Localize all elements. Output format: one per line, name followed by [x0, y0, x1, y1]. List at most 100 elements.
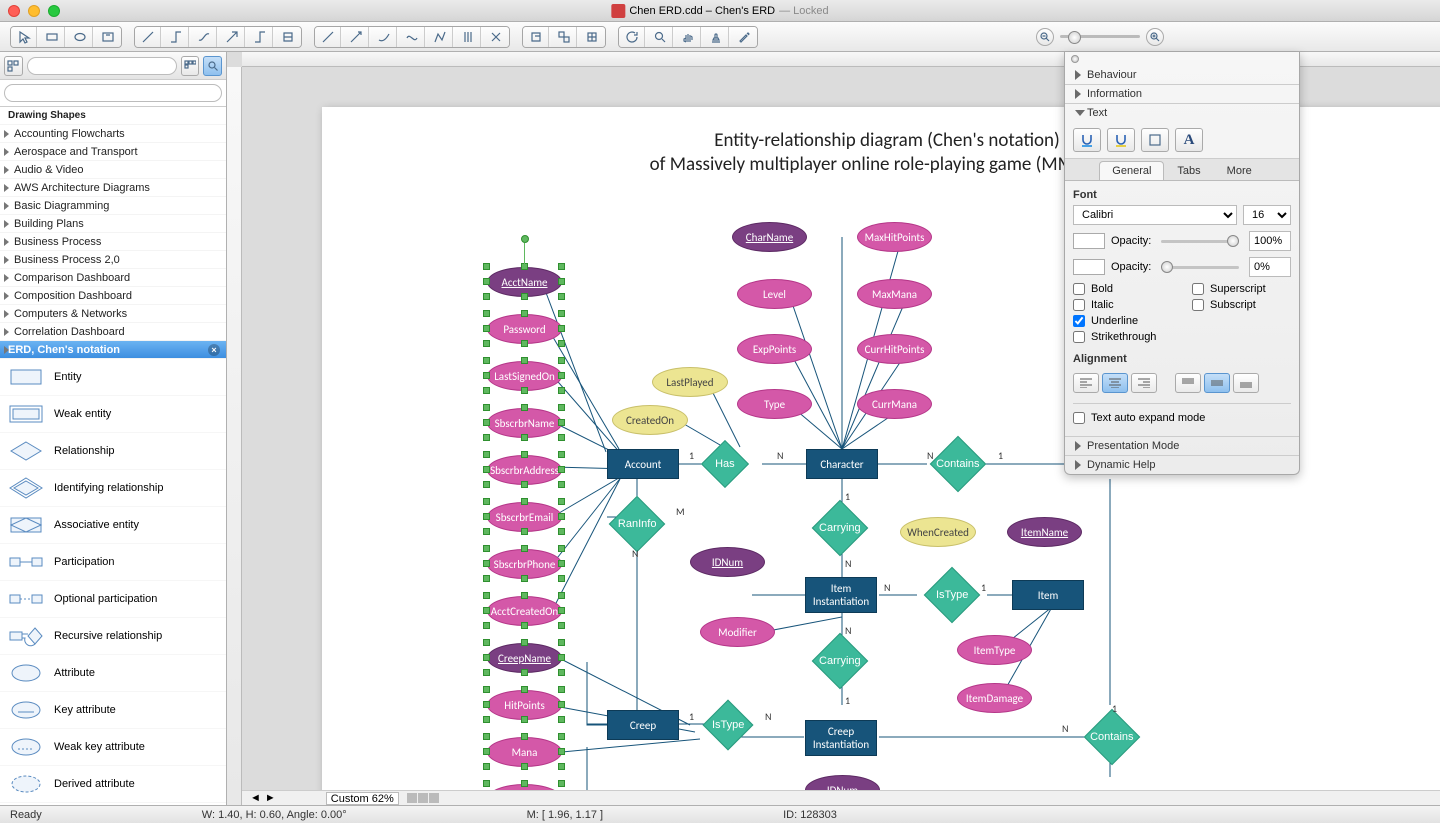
selection-handle[interactable] [558, 498, 565, 505]
shape-associative-entity[interactable]: Associative entity [0, 507, 226, 544]
selection-handle[interactable] [521, 622, 528, 629]
selection-handle[interactable] [521, 639, 528, 646]
attr-itemname[interactable]: ItemName [1007, 517, 1082, 547]
shape-entity[interactable]: Entity [0, 359, 226, 396]
entity-account[interactable]: Account [607, 449, 679, 479]
section-text[interactable]: Text [1065, 104, 1299, 122]
selection-handle[interactable] [558, 748, 565, 755]
library-toggle-button[interactable] [4, 56, 23, 76]
rect-tool-button[interactable] [39, 27, 65, 47]
zoom-slider[interactable] [1060, 35, 1140, 38]
library-filter-input[interactable] [27, 57, 177, 75]
font-size-select[interactable]: 16 [1243, 205, 1291, 225]
selection-handle[interactable] [521, 780, 528, 787]
selection-handle[interactable] [483, 466, 490, 473]
selection-handle[interactable] [483, 639, 490, 646]
zoom-out-button[interactable] [1036, 28, 1054, 46]
entity-creep[interactable]: Creep [607, 710, 679, 740]
selection-handle[interactable] [483, 592, 490, 599]
properties-panel[interactable]: Behaviour Information Text A General Tab… [1064, 52, 1300, 475]
align-right-button[interactable] [1131, 373, 1157, 393]
selection-handle[interactable] [521, 528, 528, 535]
selection-handle[interactable] [521, 340, 528, 347]
selection-handle[interactable] [483, 263, 490, 270]
rel-contains-2[interactable]: Contains [1084, 709, 1141, 766]
attr-idnum-2[interactable]: IDNum [805, 775, 880, 790]
text-opacity-slider[interactable] [1161, 240, 1239, 243]
line-tool-2[interactable] [343, 27, 369, 47]
selection-handle[interactable] [521, 498, 528, 505]
shape-weak-entity[interactable]: Weak entity [0, 396, 226, 433]
hand-tool-button[interactable] [675, 27, 701, 47]
selection-handle[interactable] [483, 387, 490, 394]
arrange-tool-3[interactable] [579, 27, 605, 47]
selection-handle[interactable] [558, 686, 565, 693]
category-item-active[interactable]: ERD, Chen's notation× [0, 341, 226, 359]
shape-optional-participation[interactable]: Optional participation [0, 581, 226, 618]
selection-handle[interactable] [521, 686, 528, 693]
selection-handle[interactable] [558, 466, 565, 473]
shape-relationship[interactable]: Relationship [0, 433, 226, 470]
selection-handle[interactable] [558, 701, 565, 708]
selection-handle[interactable] [483, 419, 490, 426]
valign-bottom-button[interactable] [1233, 373, 1259, 393]
subscript-checkbox[interactable] [1192, 299, 1204, 311]
selection-handle[interactable] [521, 545, 528, 552]
selection-handle[interactable] [521, 733, 528, 740]
italic-checkbox[interactable] [1073, 299, 1085, 311]
selection-handle[interactable] [521, 481, 528, 488]
selection-handle[interactable] [521, 404, 528, 411]
selection-handle[interactable] [483, 513, 490, 520]
selection-handle[interactable] [483, 733, 490, 740]
attr-modifier[interactable]: Modifier [700, 617, 775, 647]
selection-handle[interactable] [558, 592, 565, 599]
section-behaviour[interactable]: Behaviour [1065, 66, 1299, 84]
arrange-tool-2[interactable] [551, 27, 577, 47]
selection-handle[interactable] [483, 325, 490, 332]
category-item[interactable]: Computers & Networks [0, 305, 226, 323]
selection-handle[interactable] [483, 560, 490, 567]
entity-item-instantiation[interactable]: Item Instantiation [805, 577, 877, 613]
category-item[interactable]: Correlation Dashboard [0, 323, 226, 341]
text-tool-button[interactable] [95, 27, 121, 47]
rel-carrying-2[interactable]: Carrying [812, 633, 869, 690]
stamp-tool-button[interactable] [703, 27, 729, 47]
attr-idnum[interactable]: IDNum [690, 547, 765, 577]
text-box-button[interactable] [1141, 128, 1169, 152]
underline-checkbox[interactable] [1073, 315, 1085, 327]
rel-has[interactable]: Has [701, 440, 749, 488]
selection-handle[interactable] [558, 278, 565, 285]
category-item[interactable]: Comparison Dashboard [0, 269, 226, 287]
thumbnails-button[interactable] [181, 56, 200, 76]
minimize-window-icon[interactable] [28, 5, 40, 17]
attr-itemdamage[interactable]: ItemDamage [957, 683, 1032, 713]
selection-handle[interactable] [558, 669, 565, 676]
selection-handle[interactable] [558, 419, 565, 426]
font-button[interactable]: A [1175, 128, 1203, 152]
connector-tool-6[interactable] [275, 27, 301, 47]
bg-opacity-input[interactable] [1249, 257, 1291, 277]
selection-handle[interactable] [483, 545, 490, 552]
rel-istype[interactable]: IsType [924, 567, 981, 624]
bold-checkbox[interactable] [1073, 283, 1085, 295]
selection-handle[interactable] [483, 481, 490, 488]
align-center-button[interactable] [1102, 373, 1128, 393]
connector-tool-4[interactable] [219, 27, 245, 47]
entity-item[interactable]: Item [1012, 580, 1084, 610]
rotation-handle[interactable] [521, 235, 529, 243]
line-tool-6[interactable] [455, 27, 481, 47]
text-color-swatch[interactable] [1073, 233, 1105, 249]
selection-handle[interactable] [483, 404, 490, 411]
selection-handle[interactable] [558, 310, 565, 317]
tab-tabs[interactable]: Tabs [1164, 161, 1213, 180]
selection-handle[interactable] [483, 607, 490, 614]
attr-lastplayed[interactable]: LastPlayed [652, 367, 728, 397]
shape-weak-key-attribute[interactable]: Weak key attribute [0, 729, 226, 766]
selection-handle[interactable] [521, 387, 528, 394]
selection-handle[interactable] [521, 669, 528, 676]
selection-handle[interactable] [521, 716, 528, 723]
selection-handle[interactable] [558, 545, 565, 552]
selection-handle[interactable] [558, 528, 565, 535]
panel-grip[interactable] [1065, 52, 1299, 66]
selection-handle[interactable] [483, 340, 490, 347]
